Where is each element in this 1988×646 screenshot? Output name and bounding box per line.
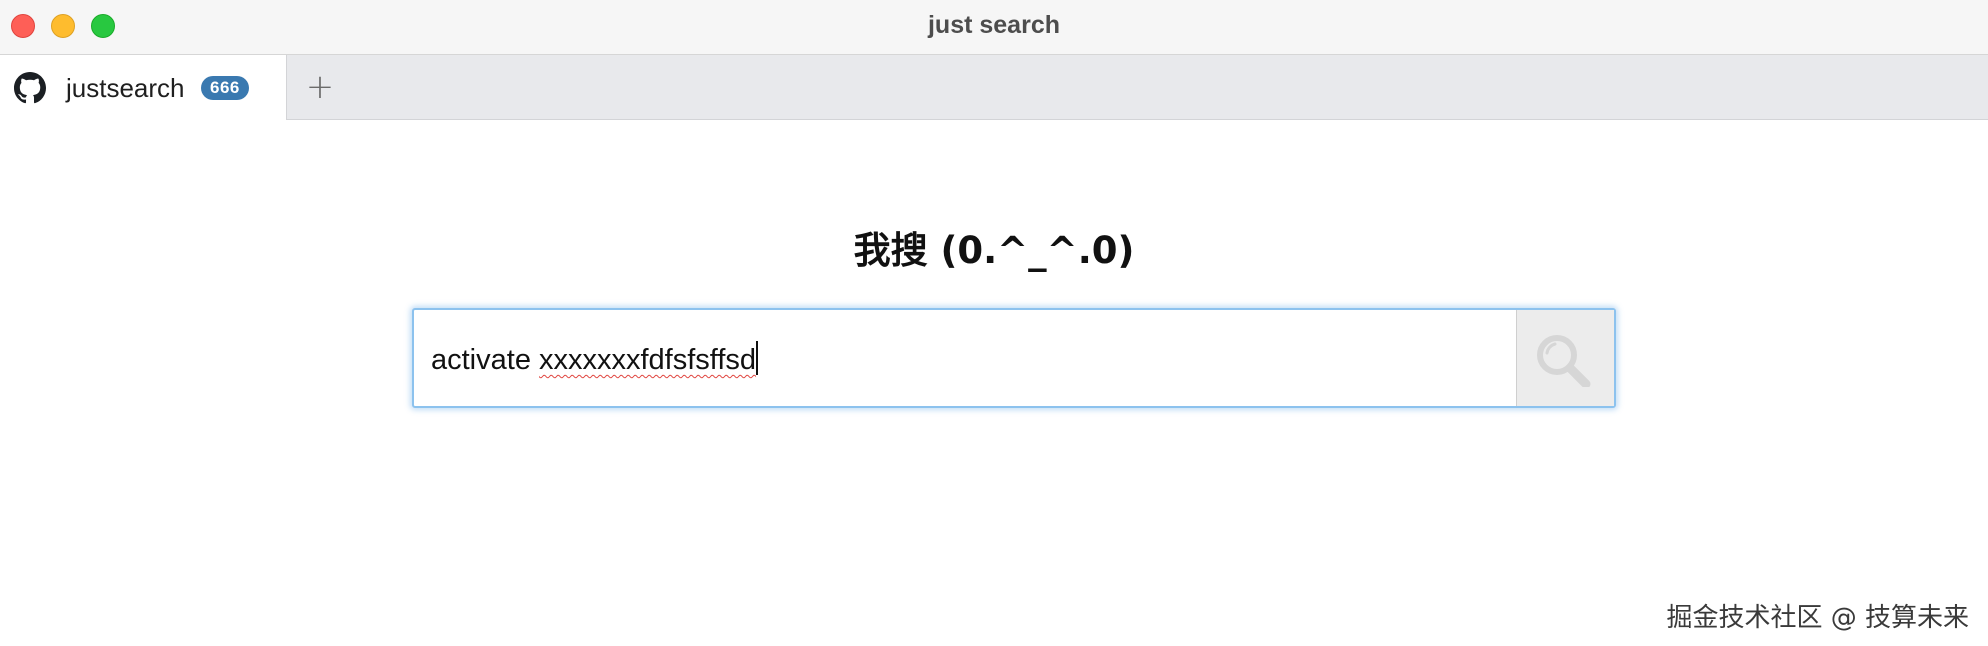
title-bar: just search [0, 0, 1988, 55]
search-box: activate xxxxxxxfdfsfsffsd [412, 308, 1616, 408]
text-caret [756, 341, 759, 375]
tab-justsearch[interactable]: justsearch 666 [0, 55, 287, 120]
tab-bar: justsearch 666 + [0, 55, 1988, 120]
watermark: 掘金技术社区 @ 技算未来 [1666, 603, 1969, 633]
window-title: just search [927, 11, 1060, 39]
browser-window: just search justsearch 666 + 我搜 (0.^_^.0… [0, 0, 1988, 646]
tab-badge: 666 [201, 76, 249, 100]
new-tab-button[interactable]: + [300, 63, 340, 111]
search-input-prefix: activate [431, 344, 539, 376]
github-icon [14, 72, 46, 104]
search-input[interactable]: activate xxxxxxxfdfsfsffsd [431, 341, 759, 377]
page-heading: 我搜 (0.^_^.0) [853, 229, 1135, 272]
search-button[interactable] [1516, 310, 1614, 406]
tab-label: justsearch [66, 73, 185, 103]
search-input-misspelled: xxxxxxxfdfsfsffsd [539, 344, 757, 376]
magnifier-icon [1537, 335, 1591, 387]
